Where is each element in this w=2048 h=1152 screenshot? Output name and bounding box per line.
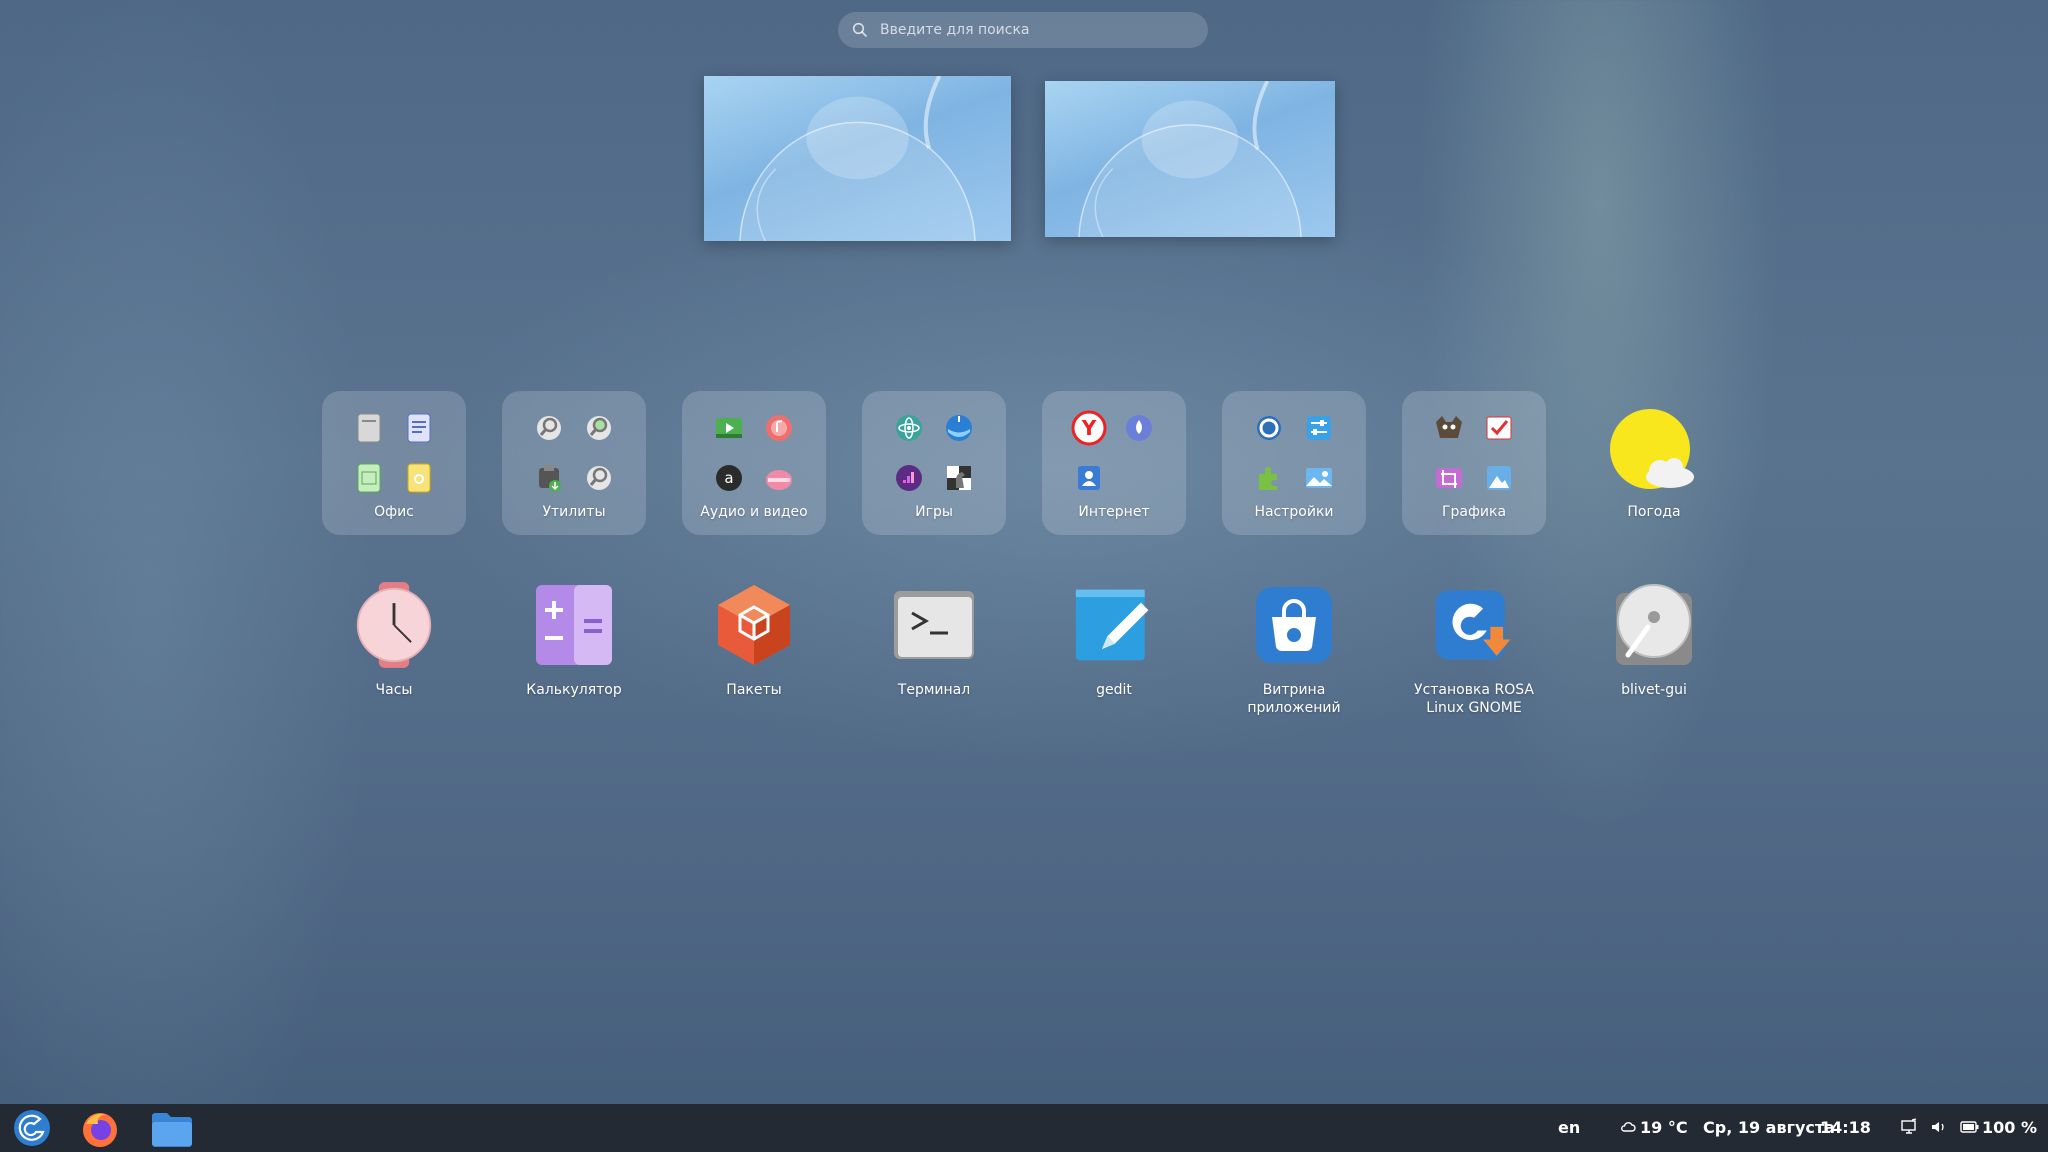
app-label: blivet-gui	[1621, 682, 1687, 698]
crop-tool-icon	[1424, 453, 1474, 503]
folder-icon	[152, 1113, 192, 1147]
writer-icon	[394, 403, 444, 453]
workspace-thumbnail-2[interactable]	[1045, 81, 1335, 237]
activities-button[interactable]	[12, 1110, 50, 1146]
package-box-icon	[714, 585, 794, 665]
weather-cloud-icon	[1620, 1118, 1636, 1134]
gimp-icon	[1424, 403, 1474, 453]
battery-icon[interactable]	[1960, 1119, 1980, 1135]
atomix-icon	[884, 403, 934, 453]
transmission-icon	[1114, 403, 1164, 453]
folder-audio-video[interactable]: a Аудио и видео	[682, 391, 826, 535]
shopping-bag-icon	[1254, 585, 1334, 665]
temperature-indicator[interactable]: 19 °C	[1640, 1118, 1688, 1137]
time-label[interactable]: 14:18	[1820, 1118, 1871, 1137]
notes-icon	[394, 453, 444, 503]
folder-label: Утилиты	[542, 504, 606, 520]
folder-label: Интернет	[1078, 504, 1150, 520]
search-tool-icon	[574, 453, 624, 503]
app-rosa-installer[interactable]: Установка ROSA Linux GNOME	[1402, 585, 1546, 729]
weather-icon	[1608, 407, 1700, 499]
date-label[interactable]: Ср, 19 августа	[1703, 1118, 1835, 1137]
app-label: Погода	[1627, 504, 1681, 520]
background-settings-icon	[1294, 453, 1344, 503]
drawing-check-icon	[1474, 403, 1524, 453]
tetravex-icon	[884, 453, 934, 503]
svg-text:Y: Y	[1081, 416, 1097, 440]
app-gedit[interactable]: gedit	[1042, 585, 1186, 729]
wallpaper-bubble-image	[1078, 81, 1302, 237]
app-label: Терминал	[897, 682, 971, 698]
extensions-icon	[1244, 453, 1294, 503]
folder-graphics[interactable]: Графика	[1402, 391, 1546, 535]
app-calculator[interactable]: Калькулятор	[502, 585, 646, 729]
files-launcher[interactable]	[150, 1110, 194, 1147]
empty-slot	[1114, 453, 1164, 503]
photo-viewer-icon	[1474, 453, 1524, 503]
app-packages[interactable]: Пакеты	[682, 585, 826, 729]
app-blivet-gui[interactable]: blivet-gui	[1582, 584, 1726, 729]
folder-office[interactable]: Офис	[322, 391, 466, 535]
calculator-icon	[534, 585, 614, 665]
yandex-browser-icon: Y	[1064, 403, 1114, 453]
image-viewer-icon	[574, 403, 624, 453]
firefox-launcher[interactable]	[80, 1110, 117, 1147]
volume-icon[interactable]	[1930, 1118, 1948, 1136]
firefox-icon	[83, 1113, 117, 1147]
search-input[interactable]	[878, 21, 1182, 39]
folder-settings[interactable]: Настройки	[1222, 391, 1366, 535]
chess-icon	[934, 453, 984, 503]
disk-icon	[1614, 584, 1694, 665]
app-weather[interactable]: Погода	[1582, 391, 1726, 535]
tweaks-icon	[1294, 403, 1344, 453]
search-icon	[852, 22, 867, 37]
settings-gear-icon	[1244, 403, 1294, 453]
folder-label: Графика	[1441, 504, 1507, 520]
recorder-icon	[754, 453, 804, 503]
app-label: Витрина приложений	[1247, 682, 1341, 716]
app-label: Часы	[375, 682, 413, 698]
search-bar[interactable]	[838, 12, 1208, 48]
app-software-store[interactable]: Витрина приложений	[1222, 585, 1366, 729]
app-clocks[interactable]: Часы	[322, 582, 466, 729]
keyboard-layout-indicator[interactable]: en	[1558, 1118, 1580, 1137]
folder-label: Игры	[915, 504, 953, 520]
network-icon[interactable]	[1900, 1118, 1918, 1136]
music-player-icon	[754, 403, 804, 453]
magnifier-icon	[524, 403, 574, 453]
clock-icon	[354, 582, 434, 668]
folder-games[interactable]: Игры	[862, 391, 1006, 535]
folder-internet[interactable]: Y Интернет	[1042, 391, 1186, 535]
terminal-icon	[892, 585, 976, 665]
installer-icon	[1434, 585, 1514, 665]
folder-label: Офис	[374, 504, 414, 520]
usb-writer-icon	[524, 453, 574, 503]
battery-percent[interactable]: 100 %	[1982, 1118, 2037, 1137]
folder-label: Настройки	[1254, 504, 1334, 520]
rosa-logo-icon	[14, 1110, 50, 1146]
app-terminal[interactable]: Терминал	[862, 585, 1006, 729]
text-editor-icon	[1074, 585, 1154, 665]
document-icon	[344, 403, 394, 453]
app-label: Установка ROSA Linux GNOME	[1414, 682, 1534, 716]
taskbar: en 19 °C Ср, 19 августа 14:18 100 %	[0, 1104, 2048, 1152]
workspace-thumbnail-1[interactable]	[704, 76, 1011, 241]
app-label: gedit	[1096, 682, 1132, 698]
svg-text:a: a	[724, 469, 733, 487]
app-label: Пакеты	[726, 682, 782, 698]
wallpaper-bubble-image	[739, 76, 976, 241]
folder-label: Аудио и видео	[700, 504, 808, 520]
calc-sheet-icon	[344, 453, 394, 503]
contacts-icon	[1064, 453, 1114, 503]
swell-foop-icon	[934, 403, 984, 453]
video-player-icon	[704, 403, 754, 453]
app-label: Калькулятор	[526, 682, 622, 698]
folder-utilities[interactable]: Утилиты	[502, 391, 646, 535]
audacious-icon: a	[704, 453, 754, 503]
